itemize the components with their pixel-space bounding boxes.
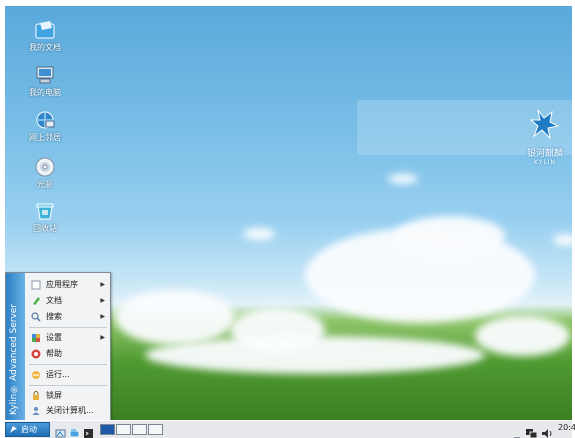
kylin-logo: 银河麒麟 KYLIN bbox=[520, 108, 570, 166]
computer-icon bbox=[34, 65, 56, 85]
search-icon bbox=[31, 312, 41, 322]
applications-icon bbox=[31, 280, 41, 290]
lock-icon bbox=[31, 391, 41, 401]
network-status-icon[interactable] bbox=[525, 424, 538, 438]
start-menu: Kylin® Advanced Server 应用程序 ▶ 文档 ▶ 搜索 ▶ … bbox=[5, 272, 111, 422]
wallpaper-cloud bbox=[553, 234, 575, 246]
menu-item-shutdown[interactable]: 关闭计算机... bbox=[27, 404, 109, 418]
sidebar-brand-text: Kylin® Advanced Server bbox=[9, 304, 19, 415]
desktop-icon-label: 光驱 bbox=[37, 180, 53, 189]
submenu-arrow-icon: ▶ bbox=[100, 281, 105, 288]
submenu-arrow-icon: ▶ bbox=[100, 313, 105, 320]
desktop-icon-trash[interactable]: 回收站 bbox=[17, 201, 73, 234]
tray-divider-icon bbox=[513, 425, 521, 438]
desktop-icon-label: 网上邻居 bbox=[29, 133, 61, 142]
menu-separator bbox=[29, 364, 107, 365]
menu-item-applications[interactable]: 应用程序 ▶ bbox=[27, 278, 109, 292]
terminal-icon[interactable] bbox=[83, 424, 94, 438]
run-icon bbox=[31, 370, 41, 380]
settings-icon bbox=[31, 333, 41, 343]
start-button[interactable]: 启动 bbox=[5, 422, 50, 437]
kylin-emblem bbox=[529, 109, 560, 140]
folder-icon bbox=[34, 20, 56, 40]
menu-item-label: 锁屏 bbox=[46, 391, 62, 400]
wallpaper-cloud bbox=[475, 316, 570, 356]
start-button-label: 启动 bbox=[21, 425, 37, 434]
file-manager-icon[interactable] bbox=[69, 424, 80, 438]
workspace-4[interactable] bbox=[148, 424, 163, 435]
menu-item-run[interactable]: 运行... bbox=[27, 368, 109, 382]
taskbar: 启动 20:42 bbox=[5, 420, 575, 438]
desktop-icon-label: 回收站 bbox=[33, 224, 57, 233]
wallpaper-cloud bbox=[388, 174, 418, 184]
show-desktop-icon[interactable] bbox=[55, 424, 66, 438]
trash-icon bbox=[34, 201, 56, 221]
menu-item-documents[interactable]: 文档 ▶ bbox=[27, 294, 109, 308]
logo-subtitle: KYLIN bbox=[534, 159, 556, 166]
help-icon bbox=[31, 349, 41, 359]
menu-item-settings[interactable]: 设置 ▶ bbox=[27, 331, 109, 345]
clock[interactable]: 20:42 bbox=[558, 423, 575, 432]
desktop-icon-label: 我的电脑 bbox=[29, 88, 61, 97]
wallpaper-cloud bbox=[115, 290, 235, 345]
wallpaper-cloud bbox=[243, 228, 275, 240]
desktop-icon-my-documents[interactable]: 我的文档 bbox=[17, 20, 73, 53]
menu-item-label: 应用程序 bbox=[46, 280, 78, 289]
workspace-1[interactable] bbox=[100, 424, 115, 435]
volume-icon[interactable] bbox=[541, 424, 553, 438]
shutdown-icon bbox=[31, 406, 41, 416]
menu-item-label: 设置 bbox=[46, 333, 62, 342]
submenu-arrow-icon: ▶ bbox=[100, 334, 105, 341]
desktop-icon-network[interactable]: 网上邻居 bbox=[17, 110, 73, 143]
desktop-icon-label: 我的文档 bbox=[29, 43, 61, 52]
start-menu-sidebar: Kylin® Advanced Server bbox=[6, 273, 25, 421]
wallpaper-cloud bbox=[395, 216, 505, 256]
cdrom-icon bbox=[34, 157, 56, 177]
workspace-3[interactable] bbox=[132, 424, 147, 435]
desktop-screen: 我的文档 我的电脑 网上邻居 光驱 回收站 银河麒麟 KYLIN Kylin® … bbox=[0, 0, 575, 438]
documents-icon bbox=[31, 296, 41, 306]
workspace-2[interactable] bbox=[116, 424, 131, 435]
menu-item-lock[interactable]: 锁屏 bbox=[27, 389, 109, 403]
kylin-start-icon bbox=[9, 425, 18, 434]
logo-name: 银河麒麟 bbox=[526, 149, 563, 159]
desktop-icon-cdrom[interactable]: 光驱 bbox=[17, 157, 73, 190]
system-tray: 20:42 bbox=[513, 422, 575, 438]
wallpaper-cloud bbox=[145, 336, 485, 374]
menu-item-label: 帮助 bbox=[46, 349, 62, 358]
menu-item-label: 文档 bbox=[46, 296, 62, 305]
menu-item-label: 运行... bbox=[46, 370, 70, 379]
menu-item-search[interactable]: 搜索 ▶ bbox=[27, 310, 109, 324]
desktop-icon-my-computer[interactable]: 我的电脑 bbox=[17, 65, 73, 98]
menu-item-label: 关闭计算机... bbox=[46, 406, 94, 415]
submenu-arrow-icon: ▶ bbox=[100, 297, 105, 304]
menu-item-label: 搜索 bbox=[46, 312, 62, 321]
menu-separator bbox=[29, 327, 107, 328]
network-icon bbox=[34, 110, 56, 130]
menu-separator bbox=[29, 385, 107, 386]
menu-item-help[interactable]: 帮助 bbox=[27, 347, 109, 361]
